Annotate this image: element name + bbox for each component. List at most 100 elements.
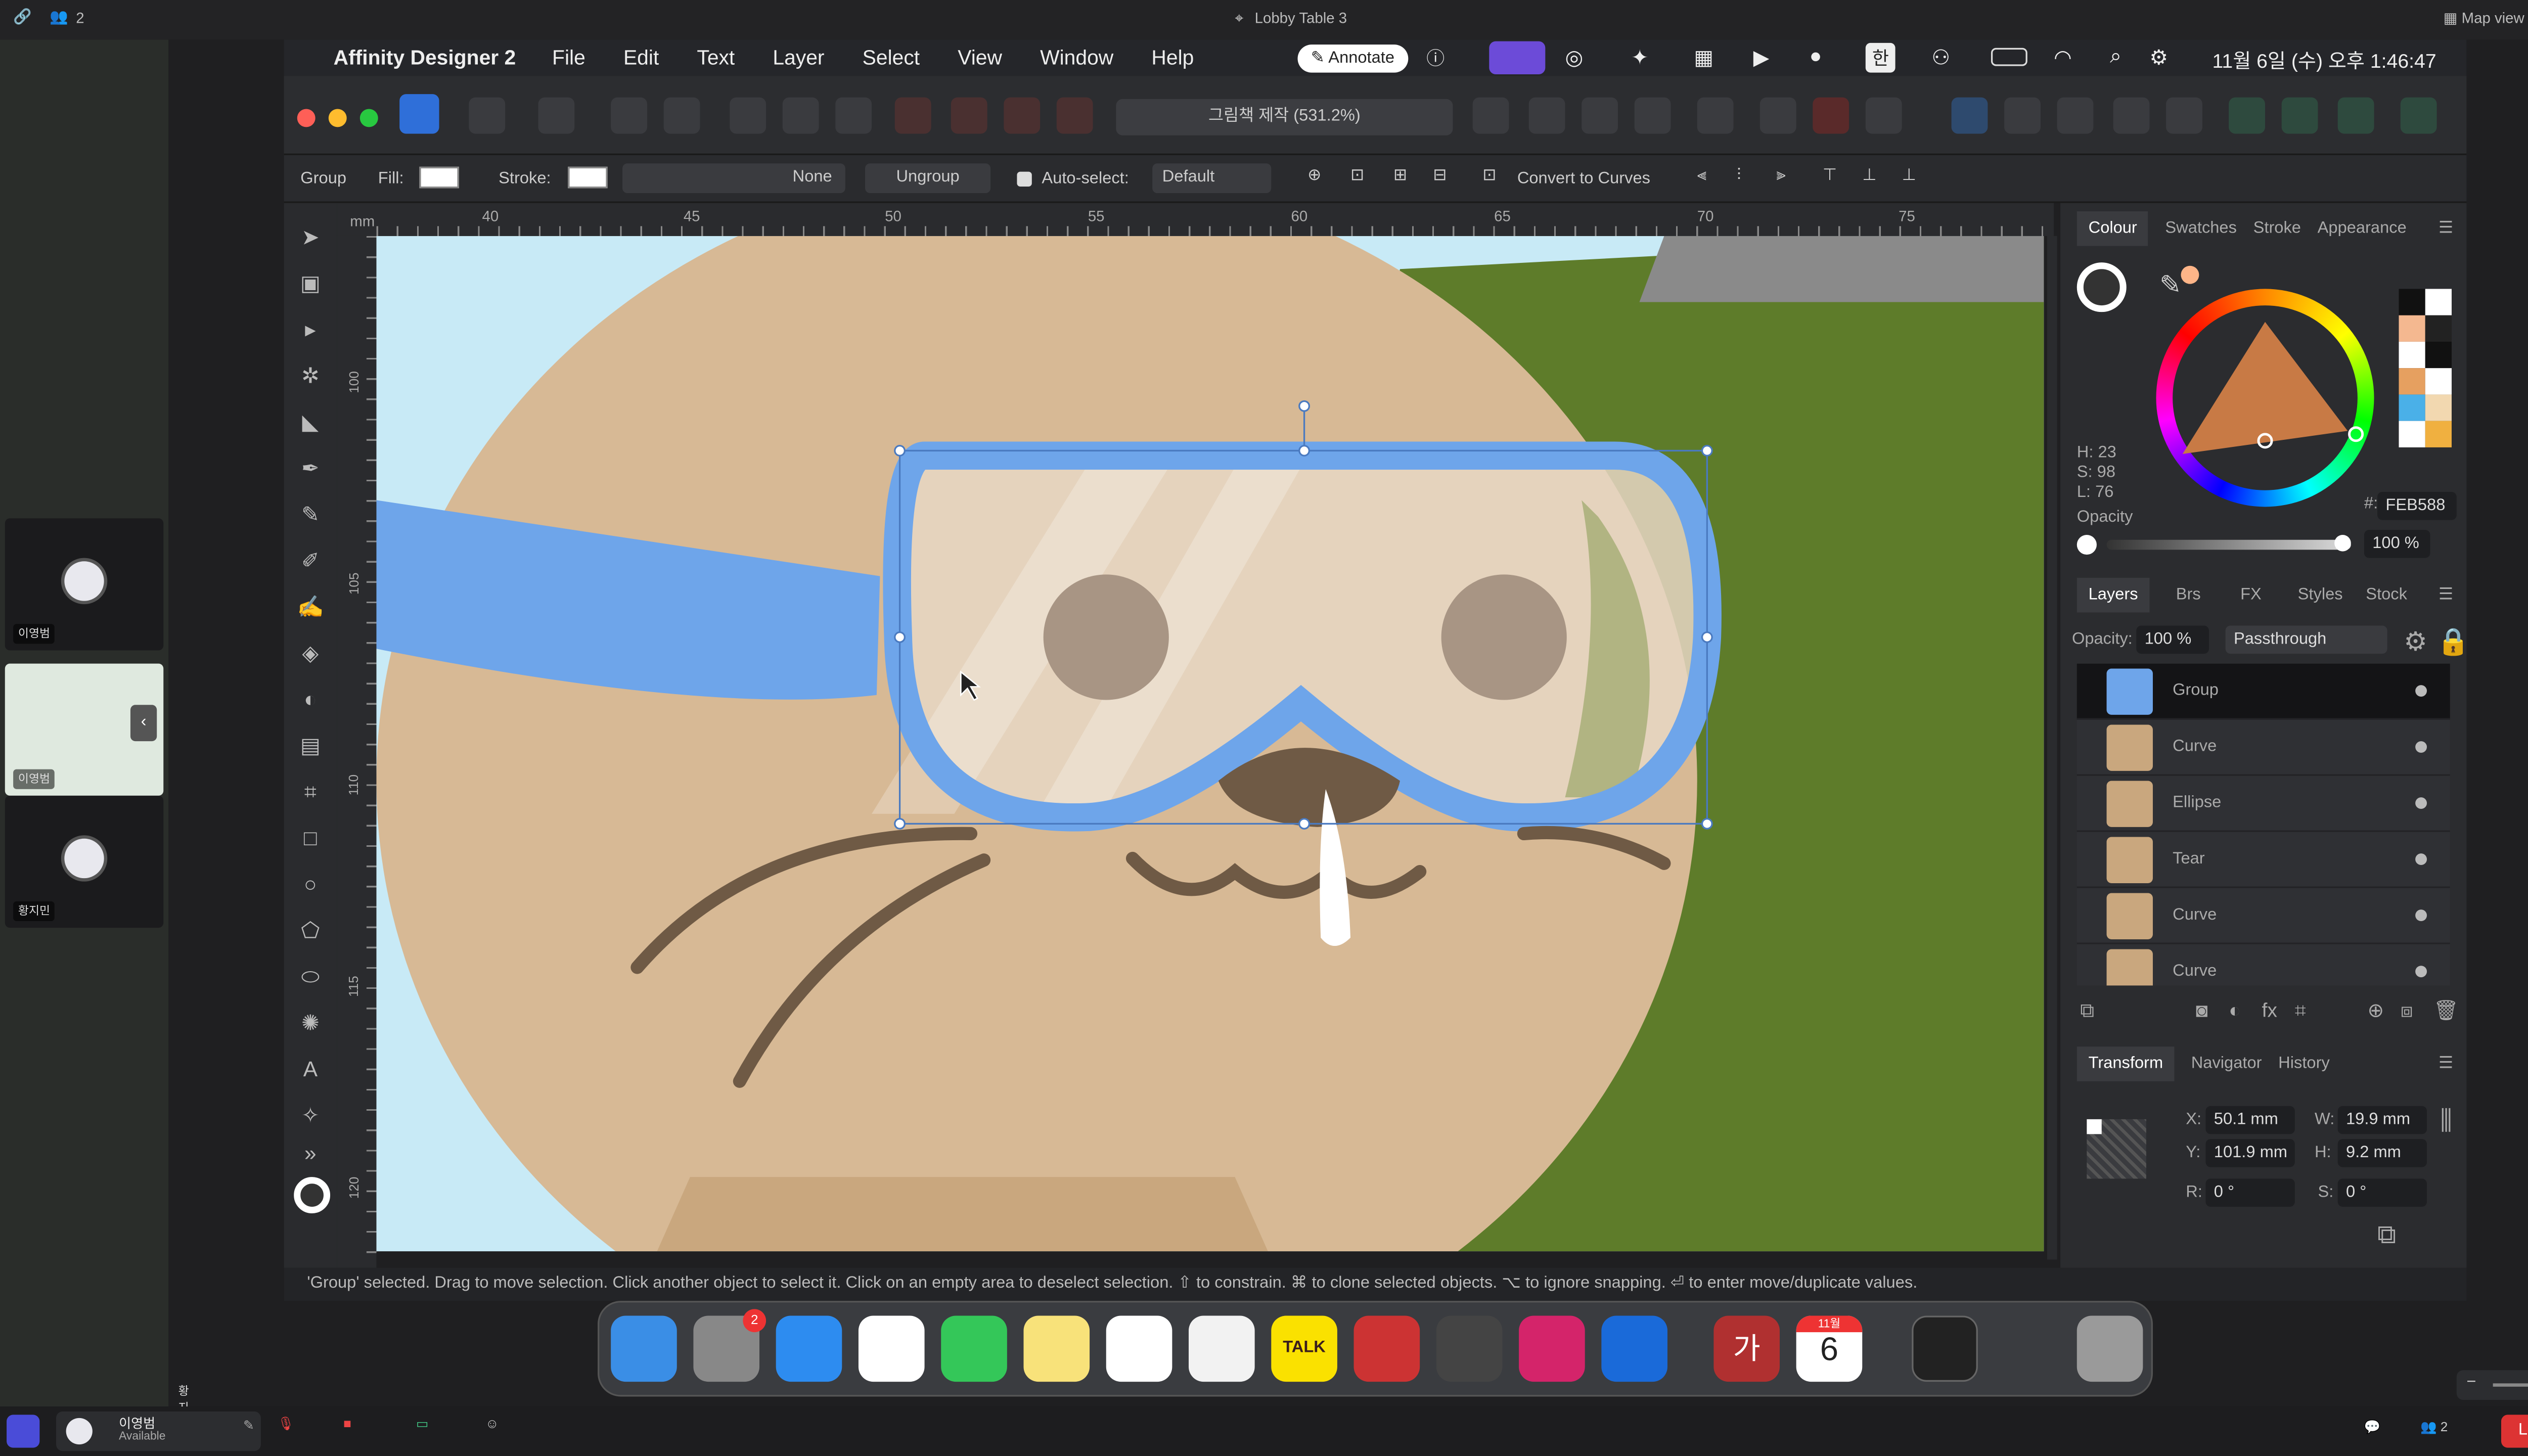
pencil-app-icon[interactable] <box>1353 1315 1420 1382</box>
notes-icon[interactable] <box>1023 1315 1090 1382</box>
link-icon[interactable]: 🔗 <box>13 8 32 26</box>
app-icon[interactable] <box>7 1415 40 1448</box>
live-filter-icon[interactable]: ⌗ <box>2295 999 2306 1024</box>
layer-settings-icon[interactable]: ⚙ <box>2404 626 2427 659</box>
wifi-icon[interactable]: ◠ <box>2054 44 2072 69</box>
opacity-slider[interactable] <box>2106 534 2351 552</box>
chrome-icon[interactable] <box>1189 1315 1255 1382</box>
auto-select-checkbox[interactable] <box>1017 171 1032 187</box>
tab-stroke[interactable]: Stroke <box>2253 219 2301 237</box>
assistant-icon[interactable] <box>2229 97 2266 134</box>
arrange-back-icon[interactable] <box>1582 97 1618 134</box>
layer-row[interactable]: Curve <box>2076 719 2450 776</box>
edit-icon[interactable] <box>2337 97 2374 134</box>
bounding-box-icon[interactable]: ⊡ <box>1350 167 1364 185</box>
more-tools-icon[interactable]: » <box>297 1141 324 1167</box>
user-status-card[interactable]: 이영범 Available ✎ <box>56 1411 261 1451</box>
battery-icon[interactable] <box>1991 48 2027 66</box>
minimize-window-button[interactable] <box>328 109 347 127</box>
tab-swatches[interactable]: Swatches <box>2165 219 2237 237</box>
opacity-input[interactable]: 100 % <box>2364 530 2430 558</box>
flip-horizontal-icon[interactable] <box>1472 97 1509 134</box>
height-input[interactable]: 9.2 mm <box>2337 1139 2427 1167</box>
hide-bbox-icon[interactable]: ⊞ <box>1393 167 1407 185</box>
visibility-toggle[interactable] <box>2415 797 2427 809</box>
rotation-input[interactable]: 0 ° <box>2205 1178 2295 1207</box>
people-count[interactable]: 👥 2 <box>2420 1420 2448 1434</box>
play-icon[interactable]: ▶ <box>1753 44 1769 69</box>
menu-text[interactable]: Text <box>697 46 735 69</box>
align-top-icon[interactable]: ⊤ <box>1823 167 1837 185</box>
zoom-slider[interactable]: −+ <box>2456 1370 2528 1400</box>
guides-icon[interactable] <box>835 97 872 134</box>
trash-icon[interactable] <box>2076 1315 2143 1382</box>
ellipse-tool-icon[interactable]: ○ <box>297 872 324 898</box>
swatch[interactable] <box>2425 315 2452 342</box>
snap-toggle-icon[interactable] <box>1759 97 1796 134</box>
blend-mode-dropdown[interactable]: Passthrough <box>2225 625 2387 654</box>
document-title[interactable]: 그림책 제작 (531.2%) <box>1116 99 1453 135</box>
group-icon[interactable]: ⧈ <box>2401 999 2413 1024</box>
color-picker-icon[interactable]: ✧ <box>297 1103 324 1129</box>
contour-tool-icon[interactable]: ◣ <box>297 410 324 436</box>
photos-icon[interactable] <box>858 1315 925 1382</box>
swatch[interactable] <box>2425 368 2452 395</box>
crop-tool-icon[interactable]: ⌗ <box>297 779 324 805</box>
tab-history[interactable]: History <box>2278 1054 2330 1072</box>
arrange-front-icon[interactable] <box>1634 97 1671 134</box>
snap-options-icon[interactable] <box>1813 97 1849 134</box>
grid-icon[interactable] <box>782 97 819 134</box>
fill-tool-icon[interactable]: ◈ <box>297 641 324 667</box>
wrap-icon[interactable] <box>2281 97 2318 134</box>
map-view-button[interactable]: ▦ Map view <box>2444 10 2524 28</box>
flip-vertical-icon[interactable] <box>1528 97 1565 134</box>
transform-options-icon[interactable]: ⧉ <box>2377 1221 2396 1251</box>
chat-icon[interactable]: ● <box>1810 44 1822 68</box>
align-bottom-icon[interactable]: ⊥ <box>1902 167 1916 185</box>
tab-appearance[interactable]: Appearance <box>2318 219 2407 237</box>
info-icon[interactable]: ⓘ <box>1426 44 1444 71</box>
align-right-icon[interactable]: ⫸ <box>1776 167 1785 185</box>
pen-tool-icon[interactable]: ✒ <box>297 456 324 482</box>
panel-menu-icon[interactable]: ☰ <box>2439 219 2453 237</box>
insert-selection-icon[interactable] <box>2166 97 2202 134</box>
align-icon[interactable] <box>1697 97 1734 134</box>
visibility-toggle[interactable] <box>2415 685 2427 697</box>
fill-swatch[interactable] <box>419 166 459 189</box>
designer-persona-icon[interactable] <box>399 94 439 134</box>
leave-button[interactable]: Leave <box>2501 1415 2528 1448</box>
convert-to-curves-button[interactable]: Convert to Curves <box>1517 170 1650 188</box>
ungroup-button[interactable]: Ungroup <box>865 163 991 194</box>
emoji-icon[interactable]: ☺ <box>485 1417 499 1431</box>
finder-icon[interactable] <box>611 1315 677 1382</box>
fill-stroke-swatch[interactable] <box>294 1177 331 1214</box>
artboard-tool-icon[interactable]: ▣ <box>297 271 324 297</box>
visibility-toggle[interactable] <box>2415 853 2427 866</box>
fill-stroke-selector[interactable] <box>2076 262 2127 312</box>
visibility-toggle[interactable] <box>2415 741 2427 753</box>
tab-stock[interactable]: Stock <box>2366 585 2407 604</box>
layer-row[interactable]: Curve <box>2076 888 2450 944</box>
align-middle-icon[interactable]: ⊥ <box>1862 167 1876 185</box>
preferences-icon[interactable] <box>663 97 700 134</box>
status-icon[interactable]: ◎ <box>1565 44 1584 69</box>
insert-behind-icon[interactable] <box>2004 97 2041 134</box>
stroke-width-slider[interactable]: None <box>622 163 845 194</box>
point-transform-icon[interactable]: ✲ <box>297 363 324 389</box>
document-canvas[interactable] <box>376 236 2044 1252</box>
vertical-scrollbar[interactable] <box>2047 236 2057 1260</box>
dictionary-icon[interactable]: 가 <box>1713 1315 1780 1382</box>
x-input[interactable]: 50.1 mm <box>2205 1106 2295 1134</box>
safari-icon[interactable] <box>776 1315 842 1382</box>
move-tool-icon[interactable]: ➤ <box>297 224 324 251</box>
screen-share-icon[interactable] <box>1489 41 1546 74</box>
vector-brush-icon[interactable]: ✐ <box>297 548 324 574</box>
menu-view[interactable]: View <box>958 46 1002 69</box>
layer-row[interactable]: Curve <box>2076 944 2450 986</box>
settings-icon[interactable] <box>611 97 648 134</box>
creative-cloud-icon[interactable] <box>1519 1315 1585 1382</box>
swatch[interactable] <box>2399 341 2425 369</box>
magnet-icon[interactable] <box>1865 97 1902 134</box>
node-tool-icon[interactable]: ▸ <box>297 317 324 343</box>
boolean-subtract-icon[interactable] <box>951 97 987 134</box>
